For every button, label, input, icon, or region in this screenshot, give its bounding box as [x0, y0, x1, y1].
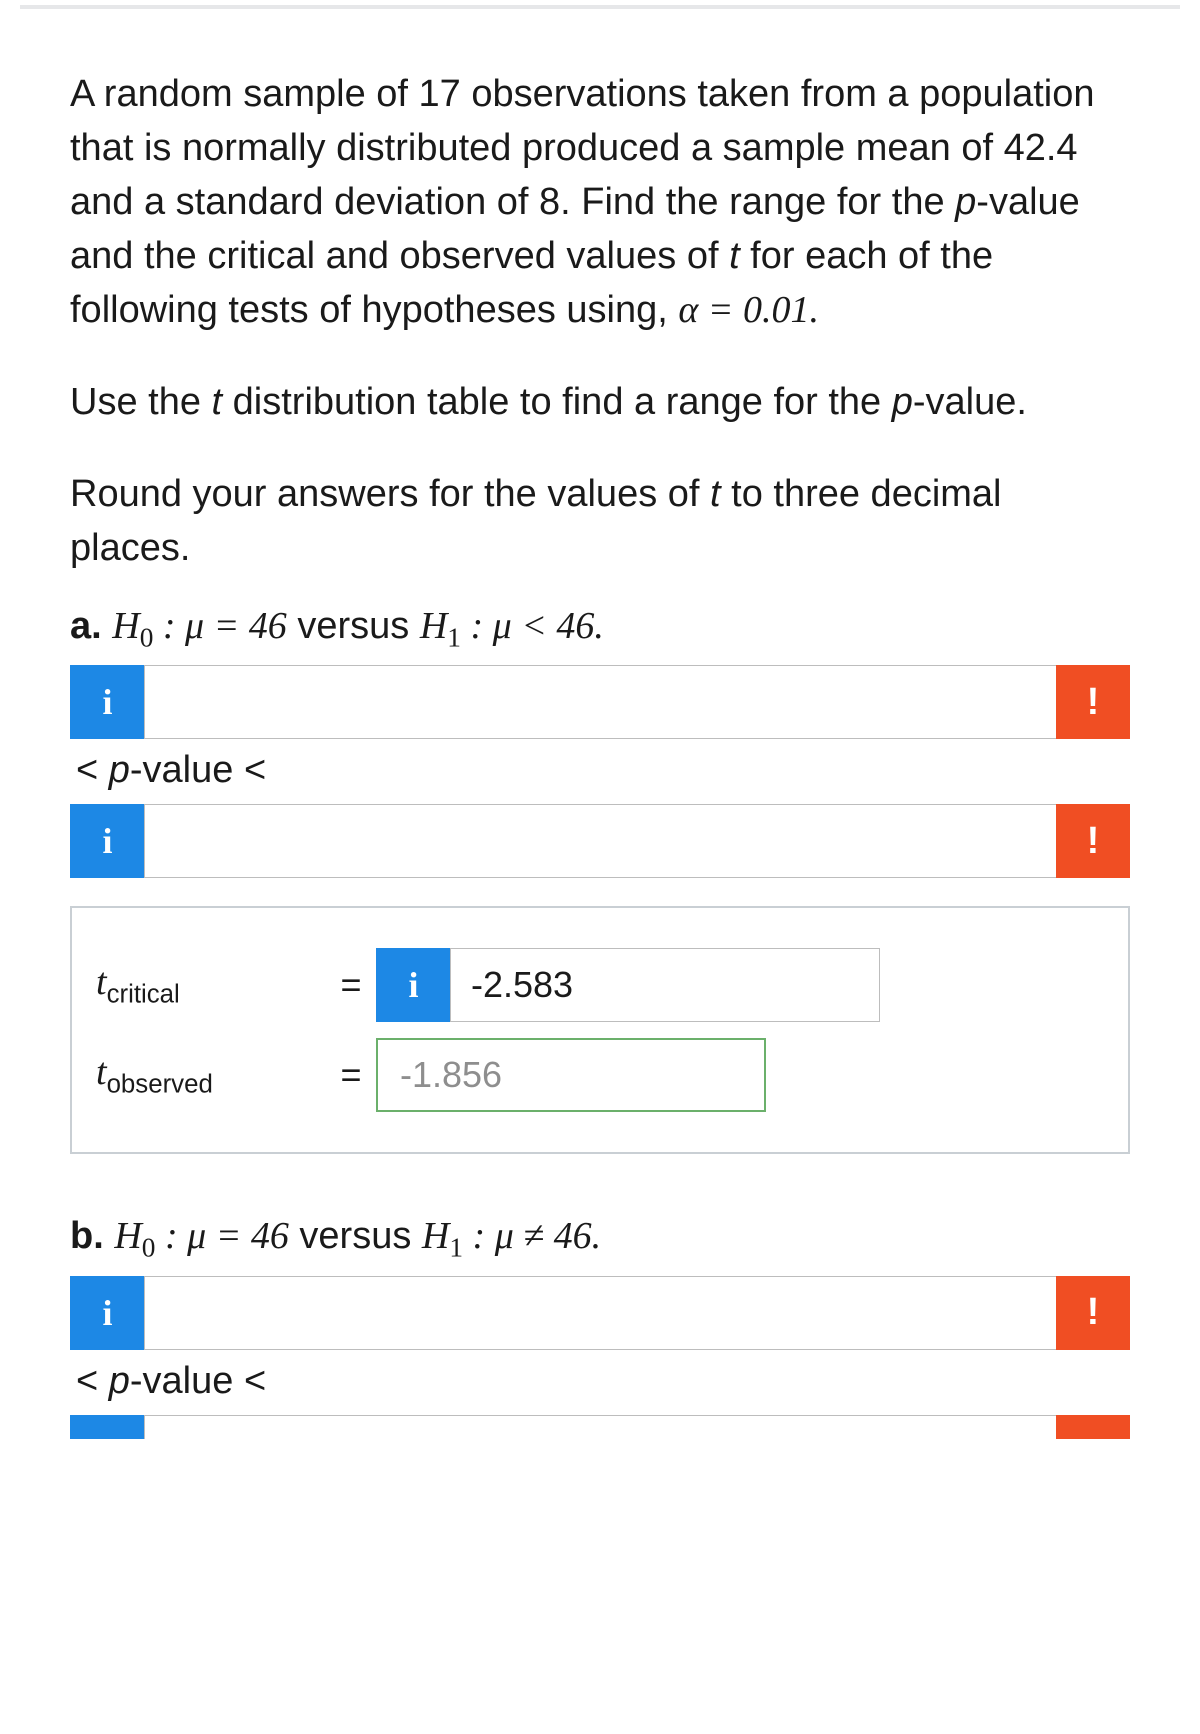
t-observed-input[interactable]: -1.856 — [376, 1038, 766, 1112]
info-icon[interactable]: i — [376, 948, 450, 1022]
t-observed-row: tobserved = -1.856 — [96, 1038, 1104, 1112]
t-observed-label: tobserved — [96, 1050, 326, 1100]
info-icon[interactable]: i — [70, 665, 144, 739]
prose-text: -value. — [913, 381, 1027, 423]
part-a-label: a. — [70, 605, 102, 647]
pvalue-upper-input[interactable] — [144, 804, 1056, 878]
prose-text: distribution table to find a range for t… — [222, 381, 892, 423]
equals-sign: = — [326, 1054, 376, 1096]
t-critical-row: tcritical = i -2.583 — [96, 948, 1104, 1022]
info-icon[interactable]: i — [70, 1276, 144, 1350]
pvalue-lower-input[interactable] — [144, 1276, 1056, 1350]
alert-icon[interactable]: ! — [1056, 1276, 1130, 1350]
alpha-equation: α = 0.01. — [678, 289, 819, 331]
prose-text: Use the — [70, 381, 212, 423]
problem-paragraph-2: Use the t distribution table to find a r… — [70, 376, 1130, 430]
prose-text: A random sample of 17 observations taken… — [70, 73, 1095, 223]
alert-icon[interactable]: ! — [1056, 804, 1130, 878]
part-b-pvalue-upper-row-partial — [70, 1415, 1130, 1439]
equals-sign: = — [326, 964, 376, 1006]
alert-icon[interactable]: ! — [1056, 665, 1130, 739]
pvalue-lower-input[interactable] — [144, 665, 1056, 739]
prose-text: Round your answers for the values of — [70, 473, 710, 515]
part-b-hypothesis: b. H0 : μ = 46 versus H1 : μ ≠ 46. — [70, 1214, 1130, 1264]
part-b-label: b. — [70, 1215, 104, 1257]
part-a-hypothesis: a. H0 : μ = 46 versus H1 : μ < 46. — [70, 604, 1130, 654]
pvalue-upper-input[interactable] — [144, 1415, 1056, 1439]
part-a-t-values-box: tcritical = i -2.583 tobserved = -1.856 — [70, 906, 1130, 1154]
part-a-pvalue-upper-row: i ! — [70, 804, 1130, 878]
alert-icon[interactable] — [1056, 1415, 1130, 1439]
info-icon[interactable]: i — [70, 804, 144, 878]
problem-paragraph-1: A random sample of 17 observations taken… — [70, 68, 1130, 338]
t-critical-label: tcritical — [96, 960, 326, 1010]
part-b-pvalue-label: < p-value < — [76, 1360, 1130, 1403]
t-critical-input[interactable]: -2.583 — [450, 948, 880, 1022]
part-b-pvalue-lower-row: i ! — [70, 1276, 1130, 1350]
part-a-pvalue-lower-row: i ! — [70, 665, 1130, 739]
info-icon[interactable] — [70, 1415, 144, 1439]
problem-paragraph-3: Round your answers for the values of t t… — [70, 468, 1130, 576]
part-a-pvalue-label: < p-value < — [76, 749, 1130, 792]
